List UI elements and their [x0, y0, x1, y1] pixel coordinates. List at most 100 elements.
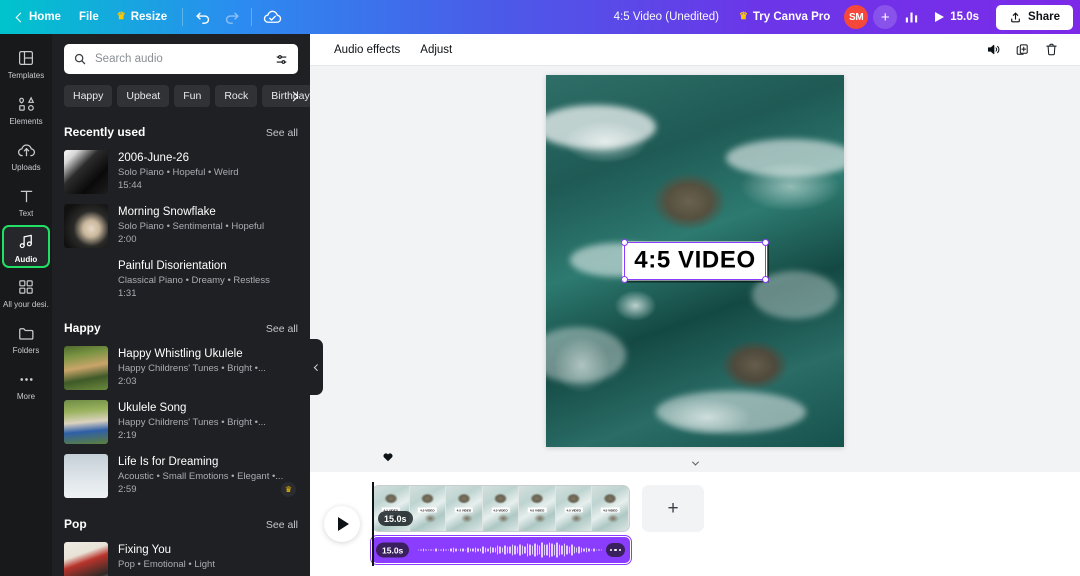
design-canvas[interactable]: 4:5 VIDEO	[546, 75, 844, 447]
sidebar-item-audio[interactable]: Audio	[2, 225, 50, 268]
track-meta: 2006-June-26 Solo Piano • Hopeful • Weir…	[118, 150, 298, 194]
track-thumbnail	[64, 150, 108, 194]
tag-chip[interactable]: Upbeat	[117, 85, 170, 107]
panel-collapse-button[interactable]	[310, 339, 323, 395]
audio-effects-button[interactable]: Audio effects	[326, 39, 408, 61]
canvas-text-element[interactable]: 4:5 VIDEO	[622, 241, 768, 281]
audio-clip[interactable]: 15.0s	[369, 534, 633, 566]
avatar[interactable]: SM	[844, 5, 869, 29]
see-all-link[interactable]: See all	[266, 519, 298, 531]
list-item[interactable]: Painful Disorientation Classical Piano •…	[64, 253, 298, 307]
like-button[interactable]	[382, 451, 394, 466]
play-icon	[935, 12, 945, 22]
timeline-tracks: 4:5 VIDEO 4:5 VIDEO 4:5 VIDEO 4:5 VIDEO …	[369, 482, 704, 566]
audio-duration-badge: 15.0s	[376, 542, 410, 558]
track-duration: 2:59	[118, 484, 137, 496]
context-toolbar: Audio effects Adjust	[310, 34, 1080, 66]
video-clip[interactable]: 4:5 VIDEO 4:5 VIDEO 4:5 VIDEO 4:5 VIDEO …	[372, 485, 630, 532]
track-name: 2006-June-26	[118, 152, 189, 164]
audio-panel: Happy Upbeat Fun Rock Birthday Recently …	[52, 34, 310, 576]
track-tags: Happy Childrens' Tunes • Bright •...	[118, 363, 266, 375]
list-item[interactable]: Morning Snowflake Solo Piano • Sentiment…	[64, 199, 298, 253]
see-all-link[interactable]: See all	[266, 323, 298, 335]
track-name: Painful Disorientation	[118, 260, 227, 272]
chevron-right-icon	[288, 91, 298, 101]
cloud-saved-icon	[263, 10, 281, 23]
frame-label: 4:5 VIDEO	[600, 507, 620, 513]
filter-sliders-icon[interactable]	[274, 52, 289, 67]
home-back-button[interactable]: Home	[8, 6, 70, 28]
track-duration: 2:00	[118, 234, 137, 246]
timeline-play-button[interactable]	[324, 506, 360, 542]
try-canva-pro-button[interactable]: ♛ Try Canva Pro	[729, 6, 840, 28]
add-collaborator-button[interactable]: +	[873, 5, 898, 29]
track-thumbnail	[64, 258, 108, 302]
track-name: Morning Snowflake	[118, 206, 216, 218]
search-icon	[74, 53, 86, 65]
play-icon	[338, 517, 349, 531]
duplicate-button[interactable]	[1009, 38, 1035, 62]
sidebar-item-text[interactable]: Text	[2, 179, 50, 223]
audio-clip-menu-button[interactable]	[606, 543, 625, 557]
sidebar-label: Folders	[12, 347, 40, 355]
track-name: Ukulele Song	[118, 402, 187, 414]
add-page-button[interactable]: +	[642, 485, 704, 532]
section-title: Recently used	[64, 125, 146, 139]
video-frame: 4:5 VIDEO	[592, 486, 629, 531]
frame-label: 4:5 VIDEO	[418, 507, 437, 513]
cloud-save-button[interactable]	[258, 4, 286, 30]
left-rail: Templates Elements Uploads Text Audio Al…	[0, 34, 52, 576]
share-label: Share	[1028, 11, 1060, 23]
sidebar-label: Audio	[14, 255, 38, 264]
list-item[interactable]: Life Is for Dreaming Acoustic • Small Em…	[64, 449, 298, 503]
sidebar-label: Text	[18, 210, 34, 218]
playhead[interactable]	[372, 482, 374, 566]
list-item[interactable]: Happy Whistling Ukulele Happy Childrens'…	[64, 341, 298, 395]
list-item[interactable]: Ukulele Song Happy Childrens' Tunes • Br…	[64, 395, 298, 449]
track-duration: 2:03	[118, 376, 137, 388]
sidebar-item-uploads[interactable]: Uploads	[2, 133, 50, 177]
share-button[interactable]: Share	[996, 4, 1073, 30]
sidebar-item-templates[interactable]: Templates	[2, 41, 50, 85]
volume-button[interactable]	[980, 38, 1006, 62]
timeline-video-row: 4:5 VIDEO 4:5 VIDEO 4:5 VIDEO 4:5 VIDEO …	[372, 485, 704, 532]
delete-button[interactable]	[1038, 38, 1064, 62]
duration-label: 15.0s	[950, 11, 980, 23]
track-thumbnail	[64, 346, 108, 390]
track-thumbnail	[64, 542, 108, 576]
undo-button[interactable]	[189, 4, 217, 30]
sidebar-item-all-your-designs[interactable]: All your desi...	[2, 270, 50, 314]
tag-chip[interactable]: Happy	[64, 85, 113, 107]
trash-icon	[1045, 43, 1057, 56]
sidebar-item-elements[interactable]: Elements	[2, 87, 50, 131]
tag-chip[interactable]: Fun	[174, 85, 211, 107]
sidebar-item-more[interactable]: More	[2, 362, 50, 406]
preview-play-button[interactable]: 15.0s	[925, 6, 989, 28]
undo-icon	[196, 12, 209, 24]
resize-button[interactable]: ♛ Resize	[108, 6, 176, 28]
analytics-button[interactable]	[897, 4, 925, 30]
document-title[interactable]: 4:5 Video (Unedited)	[604, 6, 729, 28]
timeline-collapse-button[interactable]	[675, 457, 715, 470]
see-all-link[interactable]: See all	[266, 127, 298, 139]
redo-button[interactable]	[217, 4, 245, 30]
canvas-workspace: 4:5 VIDEO	[310, 66, 1080, 472]
search-bar[interactable]	[64, 44, 298, 74]
section-header-pop: Pop See all	[64, 517, 298, 531]
file-label: File	[78, 11, 99, 23]
duplicate-icon	[1016, 44, 1028, 55]
list-item[interactable]: Fixing You Pop • Emotional • Light	[64, 537, 298, 576]
context-toolbar-right	[980, 38, 1064, 62]
search-input[interactable]	[95, 53, 266, 65]
volume-icon	[987, 44, 999, 55]
pro-badge-crown-icon: ♛	[281, 482, 296, 497]
tags-scroll-next-button[interactable]	[284, 85, 302, 107]
sidebar-item-folders[interactable]: Folders	[2, 316, 50, 360]
track-meta: Life Is for Dreaming Acoustic • Small Em…	[118, 454, 298, 498]
audio-list[interactable]: Recently used See all 2006-June-26 Solo …	[52, 119, 310, 576]
track-meta: Fixing You Pop • Emotional • Light	[118, 542, 298, 576]
file-menu-button[interactable]: File	[70, 6, 108, 28]
adjust-button[interactable]: Adjust	[412, 39, 460, 61]
list-item[interactable]: 2006-June-26 Solo Piano • Hopeful • Weir…	[64, 145, 298, 199]
tag-chip[interactable]: Rock	[215, 85, 258, 107]
